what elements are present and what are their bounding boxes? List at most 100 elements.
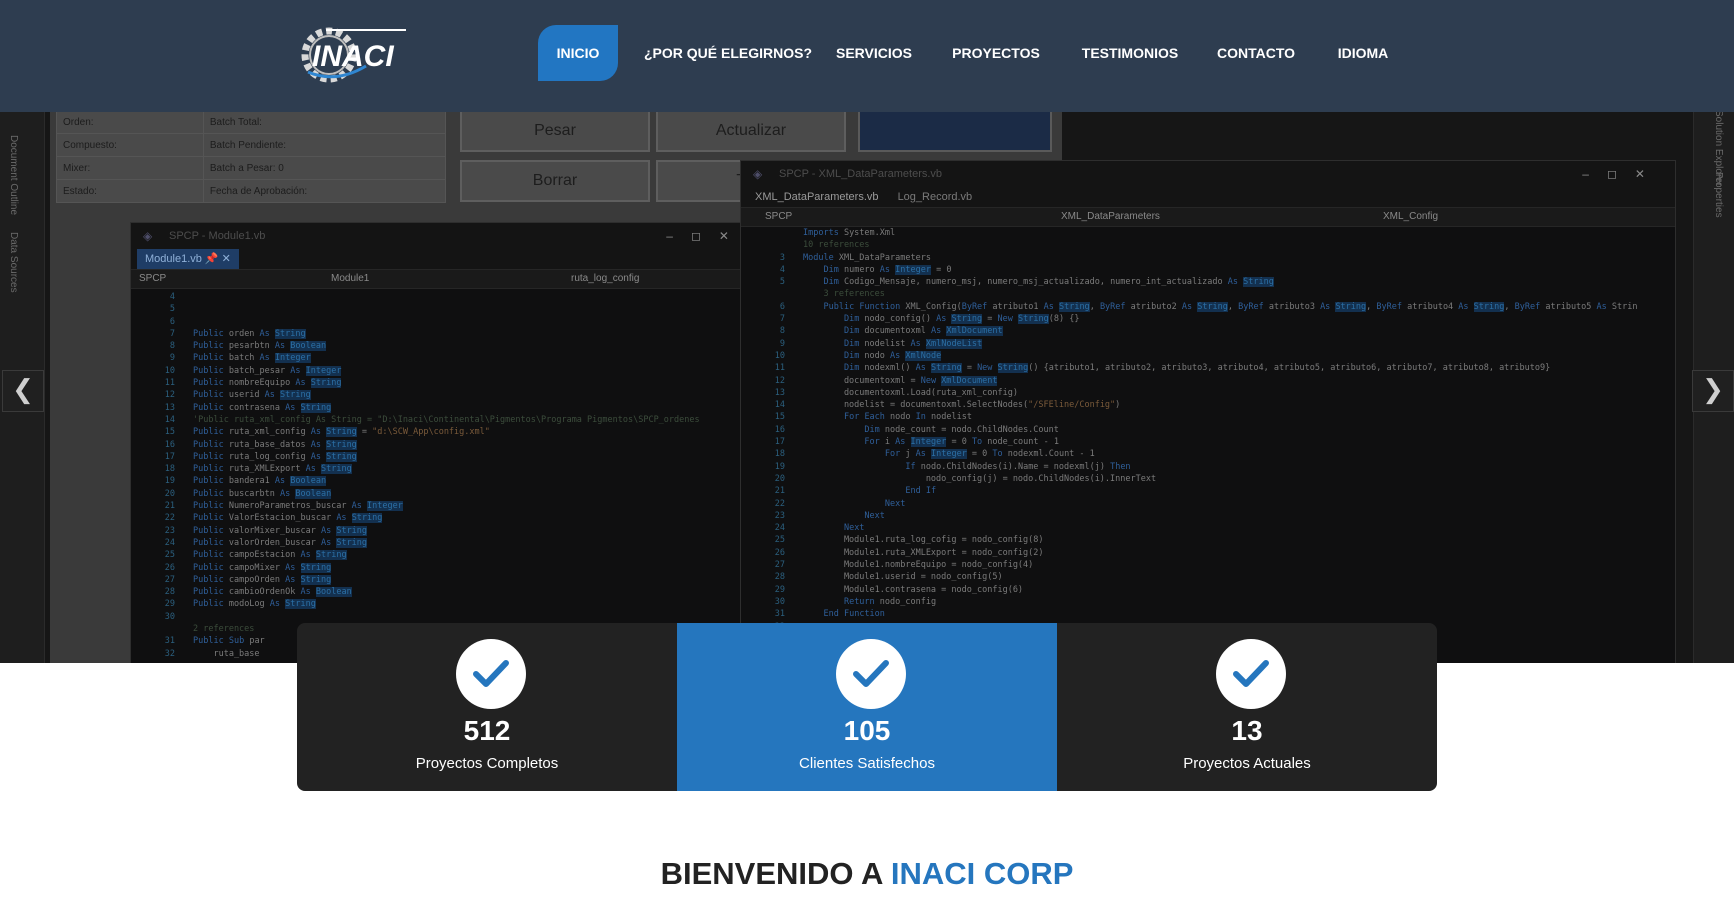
code-line: 7 Dim nodo_config() As String = New Stri… [741, 313, 1675, 325]
nav-member: ruta_log_config [571, 273, 640, 284]
code-text: Public batch_pesar As Integer [193, 365, 342, 376]
nav-idioma[interactable]: IDIOMA [1331, 25, 1395, 81]
code-line: Imports System.Xml [741, 227, 1675, 239]
table-cell: Estado: [56, 179, 204, 203]
nav-proyectos[interactable]: PROYECTOS [951, 25, 1041, 81]
nav-project: SPCP [139, 273, 167, 284]
line-number: 16 [164, 439, 175, 450]
inaci-logo[interactable]: INACI [296, 22, 420, 88]
line-number: 17 [164, 451, 175, 462]
nav-testimonios[interactable]: TESTIMONIOS [1077, 25, 1183, 81]
code-line: 16 Public ruta_base_datos As String [131, 439, 759, 451]
welcome-heading: BIENVENIDO A INACI CORP [0, 856, 1734, 892]
line-number: 24 [164, 537, 175, 548]
line-number: 28 [164, 587, 175, 598]
code-window-module1: ◈ SPCP - Module1.vb –◻✕ Module1.vb 📌 ✕ S… [130, 222, 760, 663]
line-number: 29 [774, 584, 785, 595]
code-text: Dim nodo_config() As String = New String… [843, 314, 1080, 325]
stat-number: 512 [463, 715, 511, 746]
properties-tab: Properties [1713, 172, 1724, 218]
line-number: 3 [779, 252, 785, 263]
code-text: Public bandera1 As Boolean [193, 476, 327, 487]
slider-next-arrow-icon[interactable]: ❯ [1692, 370, 1734, 412]
window-titlebar: ◈ SPCP - XML_DataParameters.vb –◻✕ [741, 161, 1675, 187]
checkmark-icon [1233, 660, 1269, 687]
code-text: Public ValorEstacion_buscar As String [193, 513, 383, 524]
editor-tab: XML_DataParameters.vb [755, 191, 879, 203]
code-text: Public contrasena As String [193, 402, 332, 413]
code-line: 18 Public ruta_XMLExport As String [131, 463, 759, 475]
welcome-prefix: BIENVENIDO A [660, 856, 891, 891]
line-number: 32 [164, 648, 175, 659]
visual-studio-icon: ◈ [753, 167, 763, 181]
code-text: For Each nodo In nodelist [843, 412, 972, 423]
line-number: 11 [164, 378, 175, 389]
code-text: Module1.ruta_log_cofig = nodo_config(8) [803, 535, 1044, 546]
visual-studio-icon: ◈ [143, 229, 153, 243]
code-text: Public nombreEquipo As String [193, 378, 342, 389]
slider-prev-arrow-icon[interactable]: ❮ [2, 370, 44, 412]
code-text: Public ruta_log_config As String [193, 451, 357, 462]
code-line: 20 Public buscarbtn As Boolean [131, 488, 759, 500]
code-line: 21 Public NumeroParametros_buscar As Inte… [131, 500, 759, 512]
code-text: Public ruta_XMLExport As String [193, 464, 352, 475]
stat-proyectos-completos: 512 Proyectos Completos [297, 623, 677, 791]
checkmark-icon [853, 660, 889, 687]
code-text: Module1.contrasena = nodo_config(6) [803, 584, 1024, 595]
line-number: 27 [164, 574, 175, 585]
nav-project: SPCP [765, 211, 793, 222]
code-text: Dim numero As Integer = 0 [823, 264, 952, 275]
line-number: 7 [169, 328, 175, 339]
code-text: Return nodo_config [843, 596, 937, 607]
code-line: 9 Dim nodelist As XmlNodeList [741, 338, 1675, 350]
line-number: 30 [164, 611, 175, 622]
nav-servicios[interactable]: SERVICIOS [834, 25, 914, 81]
code-line: 15 Public ruta_xml_config As String = "d:… [131, 426, 759, 438]
line-number: 4 [169, 292, 175, 302]
editor-tab-label: Module1.vb [145, 253, 202, 265]
check-circle-icon [456, 639, 526, 709]
pesar-button-screenshot: Pesar [460, 110, 650, 152]
code-text: Dim nodo As XmlNode [843, 350, 942, 361]
code-text: 3 references [803, 289, 885, 300]
code-text: Public modoLog As String [193, 599, 316, 610]
code-line: 30 [131, 611, 759, 623]
code-line: 25 Module1.ruta_log_cofig = nodo_config(… [741, 534, 1675, 546]
stat-clientes-satisfechos: 105 Clientes Satisfechos [677, 623, 1057, 791]
code-text: For j As Integer = 0 To nodexml.Count - … [884, 449, 1095, 460]
nav-contacto[interactable]: CONTACTO [1214, 25, 1298, 81]
code-line: 27 Public campoOrden As String [131, 574, 759, 586]
code-text: Dim nodexml() As String = New String() {… [843, 363, 1551, 374]
line-number: 31 [774, 609, 785, 620]
line-number: 26 [164, 562, 175, 573]
code-line: 13 documentoxml.Load(ruta_xml_config) [741, 387, 1675, 399]
line-number: 14 [164, 414, 175, 425]
nav-module: XML_DataParameters [1061, 211, 1160, 222]
code-line: 15 For Each nodo In nodelist [741, 411, 1675, 423]
line-number: 9 [779, 338, 785, 349]
nav-inicio[interactable]: INICIO [538, 25, 618, 81]
code-line: 22 Public ValorEstacion_buscar As String [131, 512, 759, 524]
line-number: 9 [169, 353, 175, 364]
line-number: 6 [169, 316, 175, 327]
nav-member: XML_Config [1383, 211, 1439, 222]
code-line: 26 Module1.ruta_XMLExport = nodo_config(… [741, 547, 1675, 559]
code-text: Dim Codigo_Mensaje, numero_msj, numero_m… [823, 277, 1274, 288]
code-text: Dim documentoxml As XmlDocument [843, 326, 1003, 337]
code-line: 11 Dim nodexml() As String = New String(… [741, 362, 1675, 374]
code-text: Module XML_DataParameters [803, 252, 931, 263]
code-text: For i As Integer = 0 To node_count - 1 [864, 437, 1059, 448]
nav-por-que-elegirnos[interactable]: ¿POR QUÉ ELEGIRNOS? [644, 25, 812, 81]
line-number: 27 [774, 560, 785, 571]
code-text: Public ruta_base_datos As String [193, 439, 357, 450]
table-cell: Batch Pendiente: [202, 133, 447, 157]
line-number: 23 [164, 525, 175, 536]
code-navigation-bar: SPCP Module1 ruta_log_config [131, 269, 759, 289]
code-line: 10 Public batch_pesar As Integer [131, 365, 759, 377]
code-line: 3 Module XML_DataParameters [741, 252, 1675, 264]
code-text: End If [905, 486, 937, 497]
code-text: nodo_config(j) = nodo.ChildNodes(i).Inne… [803, 473, 1157, 484]
line-number: 6 [779, 301, 785, 312]
code-text: Next [864, 510, 885, 521]
line-number: 4 [779, 264, 785, 275]
